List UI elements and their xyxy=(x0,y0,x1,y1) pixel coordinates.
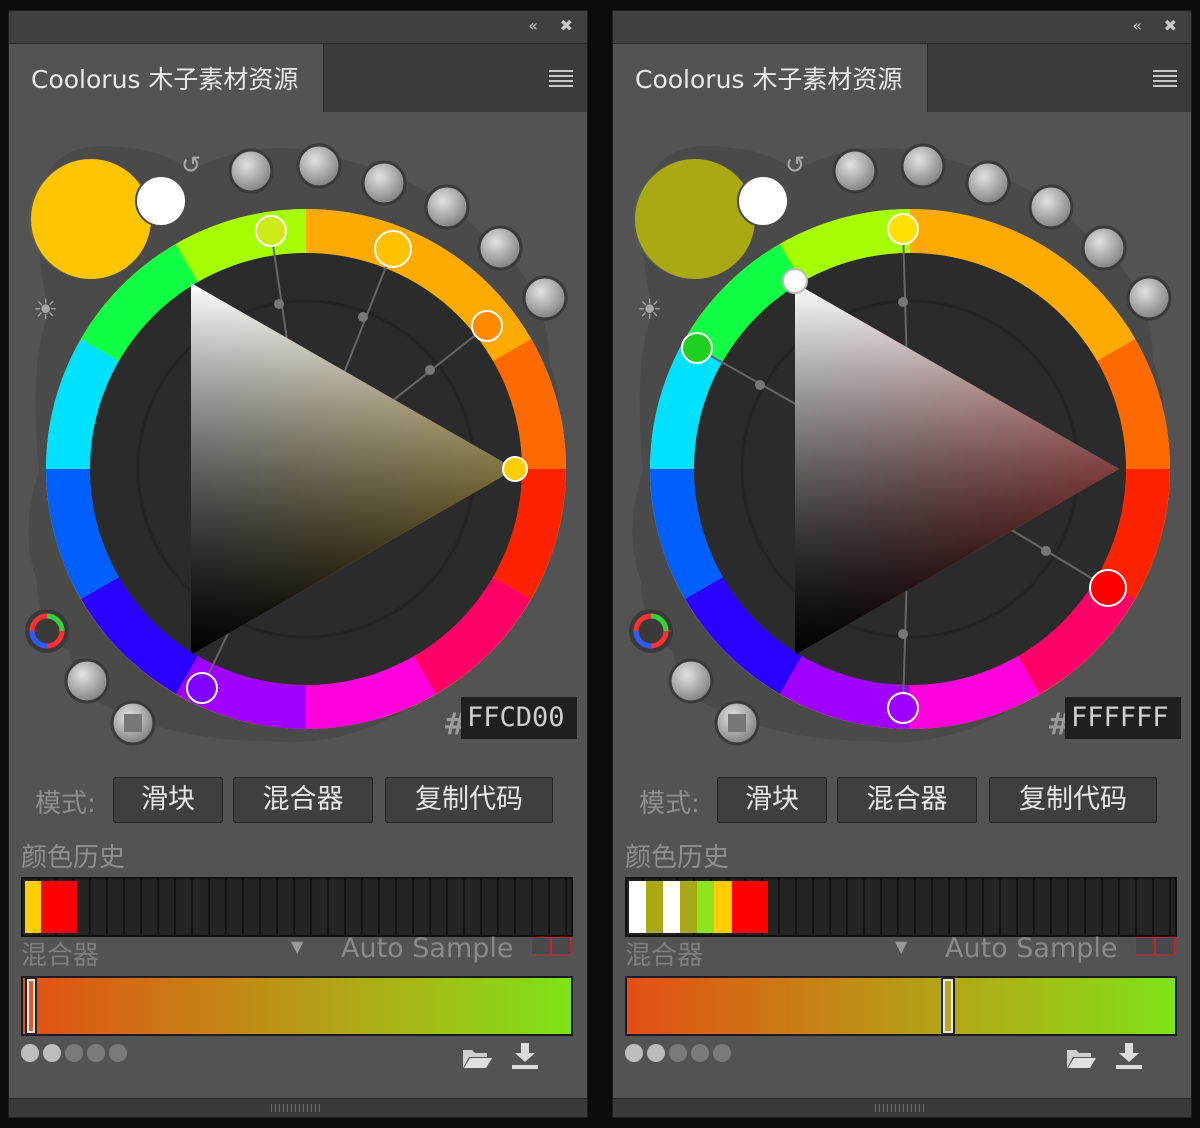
mixer-dropdown-icon[interactable]: ▼ xyxy=(291,937,303,956)
download-icon[interactable] xyxy=(509,1041,541,1071)
panel-menu-icon[interactable] xyxy=(1153,70,1177,87)
panel-menu-icon[interactable] xyxy=(549,70,573,87)
auto-sample-checkbox[interactable] xyxy=(1155,937,1175,955)
swap-colors-icon[interactable]: ↺ xyxy=(181,151,201,179)
auto-sample-label: Auto Sample xyxy=(945,933,1118,964)
history-swatch[interactable] xyxy=(663,881,680,933)
foreground-color-swatch[interactable] xyxy=(635,159,755,279)
history-swatch[interactable] xyxy=(41,881,59,933)
mixer-slot-dot[interactable] xyxy=(43,1044,61,1062)
mixer-slot-dots[interactable] xyxy=(21,1044,131,1063)
mixer-slot-dot[interactable] xyxy=(669,1044,687,1062)
swap-colors-icon[interactable]: ↺ xyxy=(785,151,805,179)
mode-label: 模式: xyxy=(639,789,700,819)
mixer-handle[interactable] xyxy=(941,977,955,1035)
mixer-slot-dot[interactable] xyxy=(691,1044,709,1062)
history-swatch[interactable] xyxy=(750,881,768,933)
folder-open-icon[interactable] xyxy=(461,1044,493,1070)
mixer-slot-dot[interactable] xyxy=(647,1044,665,1062)
download-icon[interactable] xyxy=(1113,1041,1145,1071)
panel-titlebar: ‹‹ ✖ xyxy=(613,11,1191,44)
mixer-handle[interactable] xyxy=(25,977,37,1035)
collapse-icon[interactable]: ‹‹ xyxy=(528,16,538,36)
color-history-strip[interactable] xyxy=(625,877,1177,937)
background-color-swatch[interactable] xyxy=(135,175,187,227)
collapse-icon[interactable]: ‹‹ xyxy=(1132,16,1142,36)
background-color-swatch[interactable] xyxy=(737,175,789,227)
mixer-slot-dot[interactable] xyxy=(713,1044,731,1062)
mixer-dropdown-icon[interactable]: ▼ xyxy=(895,937,907,956)
slider-button[interactable]: 滑块 xyxy=(113,777,223,823)
color-panel-right: ‹‹ ✖ Coolorus 木子素材资源 ↺ ☀ # FFFFFF 模式: 滑块… xyxy=(612,10,1192,1118)
panel-title: Coolorus 木子素材资源 xyxy=(635,65,903,94)
mixer-slot-dot[interactable] xyxy=(109,1044,127,1062)
color-wheel-area: ↺ ☀ xyxy=(25,143,568,746)
hex-code-field[interactable]: FFFFFF xyxy=(1065,697,1181,739)
panel-bottom-strip xyxy=(9,1098,587,1117)
mixer-slot-dot[interactable] xyxy=(65,1044,83,1062)
mixer-button[interactable]: 混合器 xyxy=(233,777,373,823)
copy-code-button[interactable]: 复制代码 xyxy=(989,777,1157,823)
resize-grip[interactable] xyxy=(271,1104,321,1112)
color-history-label: 颜色历史 xyxy=(21,843,126,873)
auto-sample-checkbox[interactable] xyxy=(551,937,571,955)
mixer-label: 混合器 xyxy=(625,941,704,971)
history-swatch[interactable] xyxy=(646,881,663,933)
mixer-gradient-bar[interactable] xyxy=(625,976,1177,1036)
slider-button[interactable]: 滑块 xyxy=(717,777,827,823)
tab-row: Coolorus 木子素材资源 xyxy=(613,44,1191,112)
history-swatch[interactable] xyxy=(680,881,697,933)
color-mode-icon[interactable] xyxy=(25,609,69,653)
panel-bottom-strip xyxy=(613,1098,1191,1117)
color-mode-icon[interactable] xyxy=(629,609,673,653)
brightness-icon[interactable]: ☀ xyxy=(637,293,662,326)
mixer-slot-dot[interactable] xyxy=(87,1044,105,1062)
folder-open-icon[interactable] xyxy=(1065,1044,1097,1070)
history-swatch[interactable] xyxy=(732,881,750,933)
mode-label: 模式: xyxy=(35,789,96,819)
triangle-mode-icon[interactable] xyxy=(668,658,714,704)
color-wheel-area: ↺ ☀ xyxy=(629,143,1172,746)
resize-grip[interactable] xyxy=(875,1104,925,1112)
foreground-color-swatch[interactable] xyxy=(31,159,151,279)
color-history-label: 颜色历史 xyxy=(625,843,730,873)
close-icon[interactable]: ✖ xyxy=(560,16,573,36)
mixer-slot-dot[interactable] xyxy=(21,1044,39,1062)
history-swatch[interactable] xyxy=(714,881,732,933)
auto-sample-checkbox[interactable] xyxy=(531,937,551,955)
tab-coolorus[interactable]: Coolorus 木子素材资源 xyxy=(9,44,324,112)
auto-sample-checkbox[interactable] xyxy=(1135,937,1155,955)
brightness-icon[interactable]: ☀ xyxy=(33,293,58,326)
mixer-button[interactable]: 混合器 xyxy=(837,777,977,823)
history-swatch[interactable] xyxy=(629,881,646,933)
panel-title: Coolorus 木子素材资源 xyxy=(31,65,299,94)
hex-code-field[interactable]: FFCD00 xyxy=(461,697,577,739)
history-swatch[interactable] xyxy=(59,881,77,933)
mixer-label: 混合器 xyxy=(21,941,100,971)
mixer-slot-dots[interactable] xyxy=(625,1044,735,1063)
mixer-gradient-bar[interactable] xyxy=(21,976,573,1036)
history-swatch[interactable] xyxy=(25,881,41,933)
tab-coolorus[interactable]: Coolorus 木子素材资源 xyxy=(613,44,928,112)
triangle-mode-icon[interactable] xyxy=(64,658,110,704)
color-history-strip[interactable] xyxy=(21,877,573,937)
close-icon[interactable]: ✖ xyxy=(1164,16,1177,36)
tab-row: Coolorus 木子素材资源 xyxy=(9,44,587,112)
color-panel-left: ‹‹ ✖ Coolorus 木子素材资源 ↺ ☀ # FFCD00 模式: 滑块… xyxy=(8,10,588,1118)
copy-code-button[interactable]: 复制代码 xyxy=(385,777,553,823)
history-swatch[interactable] xyxy=(697,881,714,933)
auto-sample-label: Auto Sample xyxy=(341,933,514,964)
mixer-slot-dot[interactable] xyxy=(625,1044,643,1062)
panel-titlebar: ‹‹ ✖ xyxy=(9,11,587,44)
